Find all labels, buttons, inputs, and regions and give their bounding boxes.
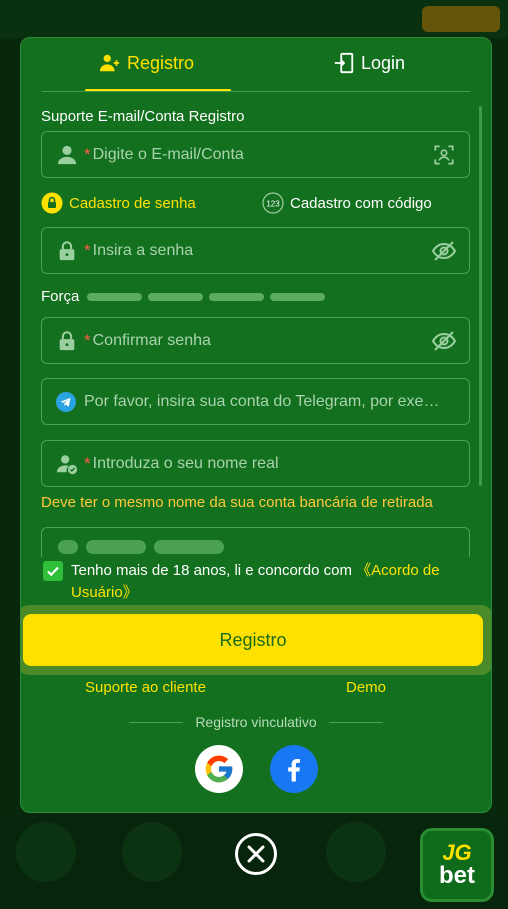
verified-user-icon <box>56 454 78 474</box>
register-modal: Registro Login Suporte E-mail/Conta Regi… <box>20 37 492 813</box>
lock-icon <box>59 330 75 350</box>
strength-bar <box>87 292 143 301</box>
facebook-icon <box>288 759 300 782</box>
customer-support-link[interactable]: Suporte ao cliente <box>85 679 206 696</box>
mode-code-option[interactable]: 123 Cadastro com código <box>262 192 432 214</box>
checkmark-icon <box>47 566 59 577</box>
clipped-field-content <box>58 540 238 557</box>
logo-line1: JG <box>442 840 472 865</box>
svg-text:123: 123 <box>266 200 280 209</box>
tab-login-label: Login <box>361 52 406 73</box>
numeric-code-icon: 123 <box>262 192 284 214</box>
add-user-icon <box>99 54 120 72</box>
social-divider: Registro vinculativo <box>129 714 384 730</box>
agreement-statement: Tenho mais de 18 anos, li e concordo com <box>71 562 357 579</box>
face-scan-icon[interactable] <box>431 142 457 168</box>
tab-register[interactable]: Registro <box>99 52 194 74</box>
mode-password-option[interactable]: Cadastro de senha <box>41 192 196 214</box>
register-button-glow: Registro <box>21 605 491 675</box>
agree-checkbox[interactable] <box>43 561 63 581</box>
strength-bar <box>209 292 265 301</box>
confirm-password-input[interactable] <box>92 318 431 363</box>
section-label: Suporte E-mail/Conta Registro <box>41 108 245 125</box>
required-mark: * <box>84 144 91 164</box>
facebook-login-button[interactable] <box>270 745 318 793</box>
close-modal-button[interactable] <box>235 833 277 875</box>
eye-off-icon[interactable] <box>431 238 457 264</box>
auth-tabs: Registro Login <box>21 38 491 92</box>
lock-badge-icon <box>41 192 63 214</box>
strength-label: Força <box>41 288 80 305</box>
logo-line2: bet <box>439 862 475 889</box>
required-mark: * <box>84 453 91 473</box>
social-divider-label: Registro vinculativo <box>195 714 317 730</box>
mode-password-label: Cadastro de senha <box>69 194 196 212</box>
email-input[interactable] <box>92 132 431 177</box>
telegram-icon <box>56 391 76 412</box>
brand-logo[interactable]: JG bet <box>420 828 494 902</box>
tabs-divider <box>42 91 470 92</box>
strength-bar <box>270 292 326 301</box>
strength-bar <box>148 292 204 301</box>
telegram-input[interactable] <box>84 379 469 424</box>
form-scrollbar[interactable] <box>479 106 482 486</box>
divider-line <box>129 721 184 723</box>
google-login-button[interactable] <box>195 745 243 793</box>
demo-link[interactable]: Demo <box>346 679 386 696</box>
lock-icon <box>59 240 75 260</box>
partially-visible-field[interactable] <box>41 527 470 557</box>
tab-login[interactable]: Login <box>333 52 405 74</box>
real-name-hint: Deve ter o mesmo nome da sua conta bancá… <box>41 494 433 511</box>
required-mark: * <box>84 330 91 350</box>
register-button[interactable]: Registro <box>23 614 483 666</box>
agreement-row: Tenho mais de 18 anos, li e concordo com… <box>43 560 463 604</box>
password-input[interactable] <box>92 228 431 273</box>
login-door-icon <box>334 52 354 74</box>
email-field[interactable]: * <box>41 131 470 178</box>
real-name-input[interactable] <box>92 441 469 486</box>
close-icon <box>247 845 265 863</box>
divider-line <box>328 721 384 723</box>
password-field[interactable]: * <box>41 227 470 274</box>
password-strength: Força <box>41 288 331 305</box>
tab-register-label: Registro <box>127 52 195 73</box>
user-icon <box>57 145 77 164</box>
agreement-text: Tenho mais de 18 anos, li e concordo com… <box>71 560 463 604</box>
eye-off-icon[interactable] <box>431 328 457 354</box>
register-mode-options: Cadastro de senha 123 Cadastro com códig… <box>41 192 470 216</box>
google-icon <box>205 755 233 783</box>
required-mark: * <box>84 240 91 260</box>
mode-code-label: Cadastro com código <box>290 194 432 212</box>
real-name-field[interactable]: * <box>41 440 470 487</box>
confirm-password-field[interactable]: * <box>41 317 470 364</box>
telegram-field[interactable] <box>41 378 470 425</box>
